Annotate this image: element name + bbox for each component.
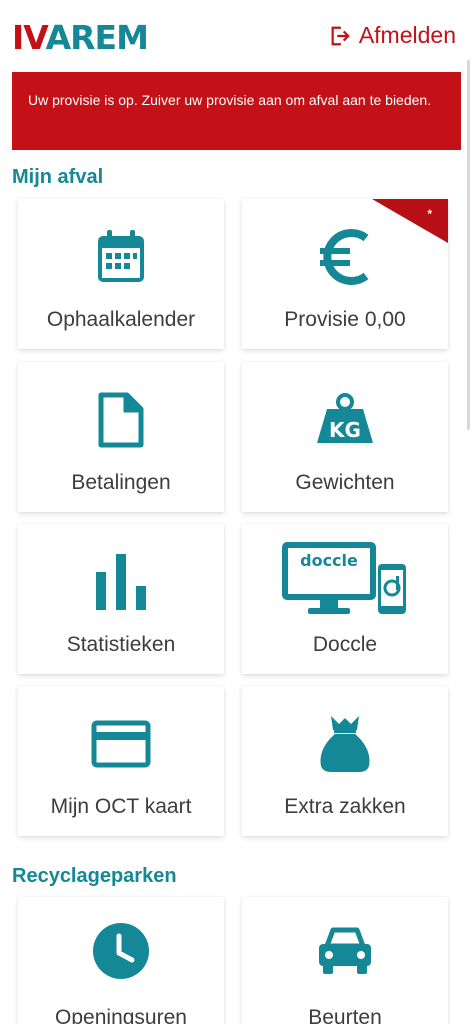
tile-label: Doccle <box>312 633 378 656</box>
logout-label: Afmelden <box>358 22 456 48</box>
tile-provisie[interactable]: * Provisie 0,00 <box>242 199 448 349</box>
tile-gewichten[interactable]: KG Gewichten <box>242 362 448 512</box>
credit-card-icon <box>91 720 151 768</box>
page-scrollbar[interactable] <box>467 60 470 430</box>
bag-icon <box>320 716 370 772</box>
tile-label: Gewichten <box>295 471 395 494</box>
car-icon <box>319 927 371 974</box>
tile-label: Ophaalkalender <box>46 308 196 331</box>
tile-doccle[interactable]: doccle Doccle <box>242 524 448 674</box>
section-title-recyclageparken: Recyclageparken <box>12 865 177 887</box>
section-title-mijn-afval: Mijn afval <box>12 166 104 188</box>
document-icon <box>98 392 144 448</box>
tile-ophaalkalender[interactable]: Ophaalkalender <box>18 199 224 349</box>
app-header: IVAREM Afmelden <box>0 0 472 72</box>
tile-extra-zakken[interactable]: Extra zakken <box>242 686 448 836</box>
tile-label: Beurten <box>308 1006 382 1024</box>
clock-icon <box>93 923 149 979</box>
doccle-icon: doccle <box>282 542 406 614</box>
logout-button[interactable]: Afmelden <box>329 22 456 49</box>
weight-kg-icon: KG <box>317 393 373 443</box>
tile-openingsuren[interactable]: Openingsuren <box>18 897 224 1024</box>
tile-label: Statistieken <box>66 633 176 656</box>
euro-icon <box>320 229 369 285</box>
logo-letter-i: I <box>12 18 24 57</box>
tile-label: Openingsuren <box>55 1006 187 1024</box>
tile-label: Betalingen <box>71 471 171 494</box>
svg-text:doccle: doccle <box>300 551 358 570</box>
bar-chart-icon <box>96 554 146 610</box>
ivarem-logo[interactable]: IVAREM <box>12 14 149 57</box>
provisie-alert: Uw provisie is op. Zuiver uw provisie aa… <box>12 72 461 150</box>
tile-label: Mijn OCT kaart <box>50 795 192 818</box>
alert-text: Uw provisie is op. Zuiver uw provisie aa… <box>28 92 432 108</box>
tile-betalingen[interactable]: Betalingen <box>18 362 224 512</box>
logo-letters-arem: AREM <box>45 18 149 57</box>
tile-mijn-oct-kaart[interactable]: Mijn OCT kaart <box>18 686 224 836</box>
tile-label: Extra zakken <box>284 795 406 818</box>
logout-icon <box>331 26 350 45</box>
calendar-icon <box>98 230 144 282</box>
tile-label: Provisie 0,00 <box>284 308 406 331</box>
svg-text:KG: KG <box>329 418 361 442</box>
tile-statistieken[interactable]: Statistieken <box>18 524 224 674</box>
tile-beurten[interactable]: Beurten <box>242 897 448 1024</box>
logo-letter-v: V <box>23 18 46 57</box>
